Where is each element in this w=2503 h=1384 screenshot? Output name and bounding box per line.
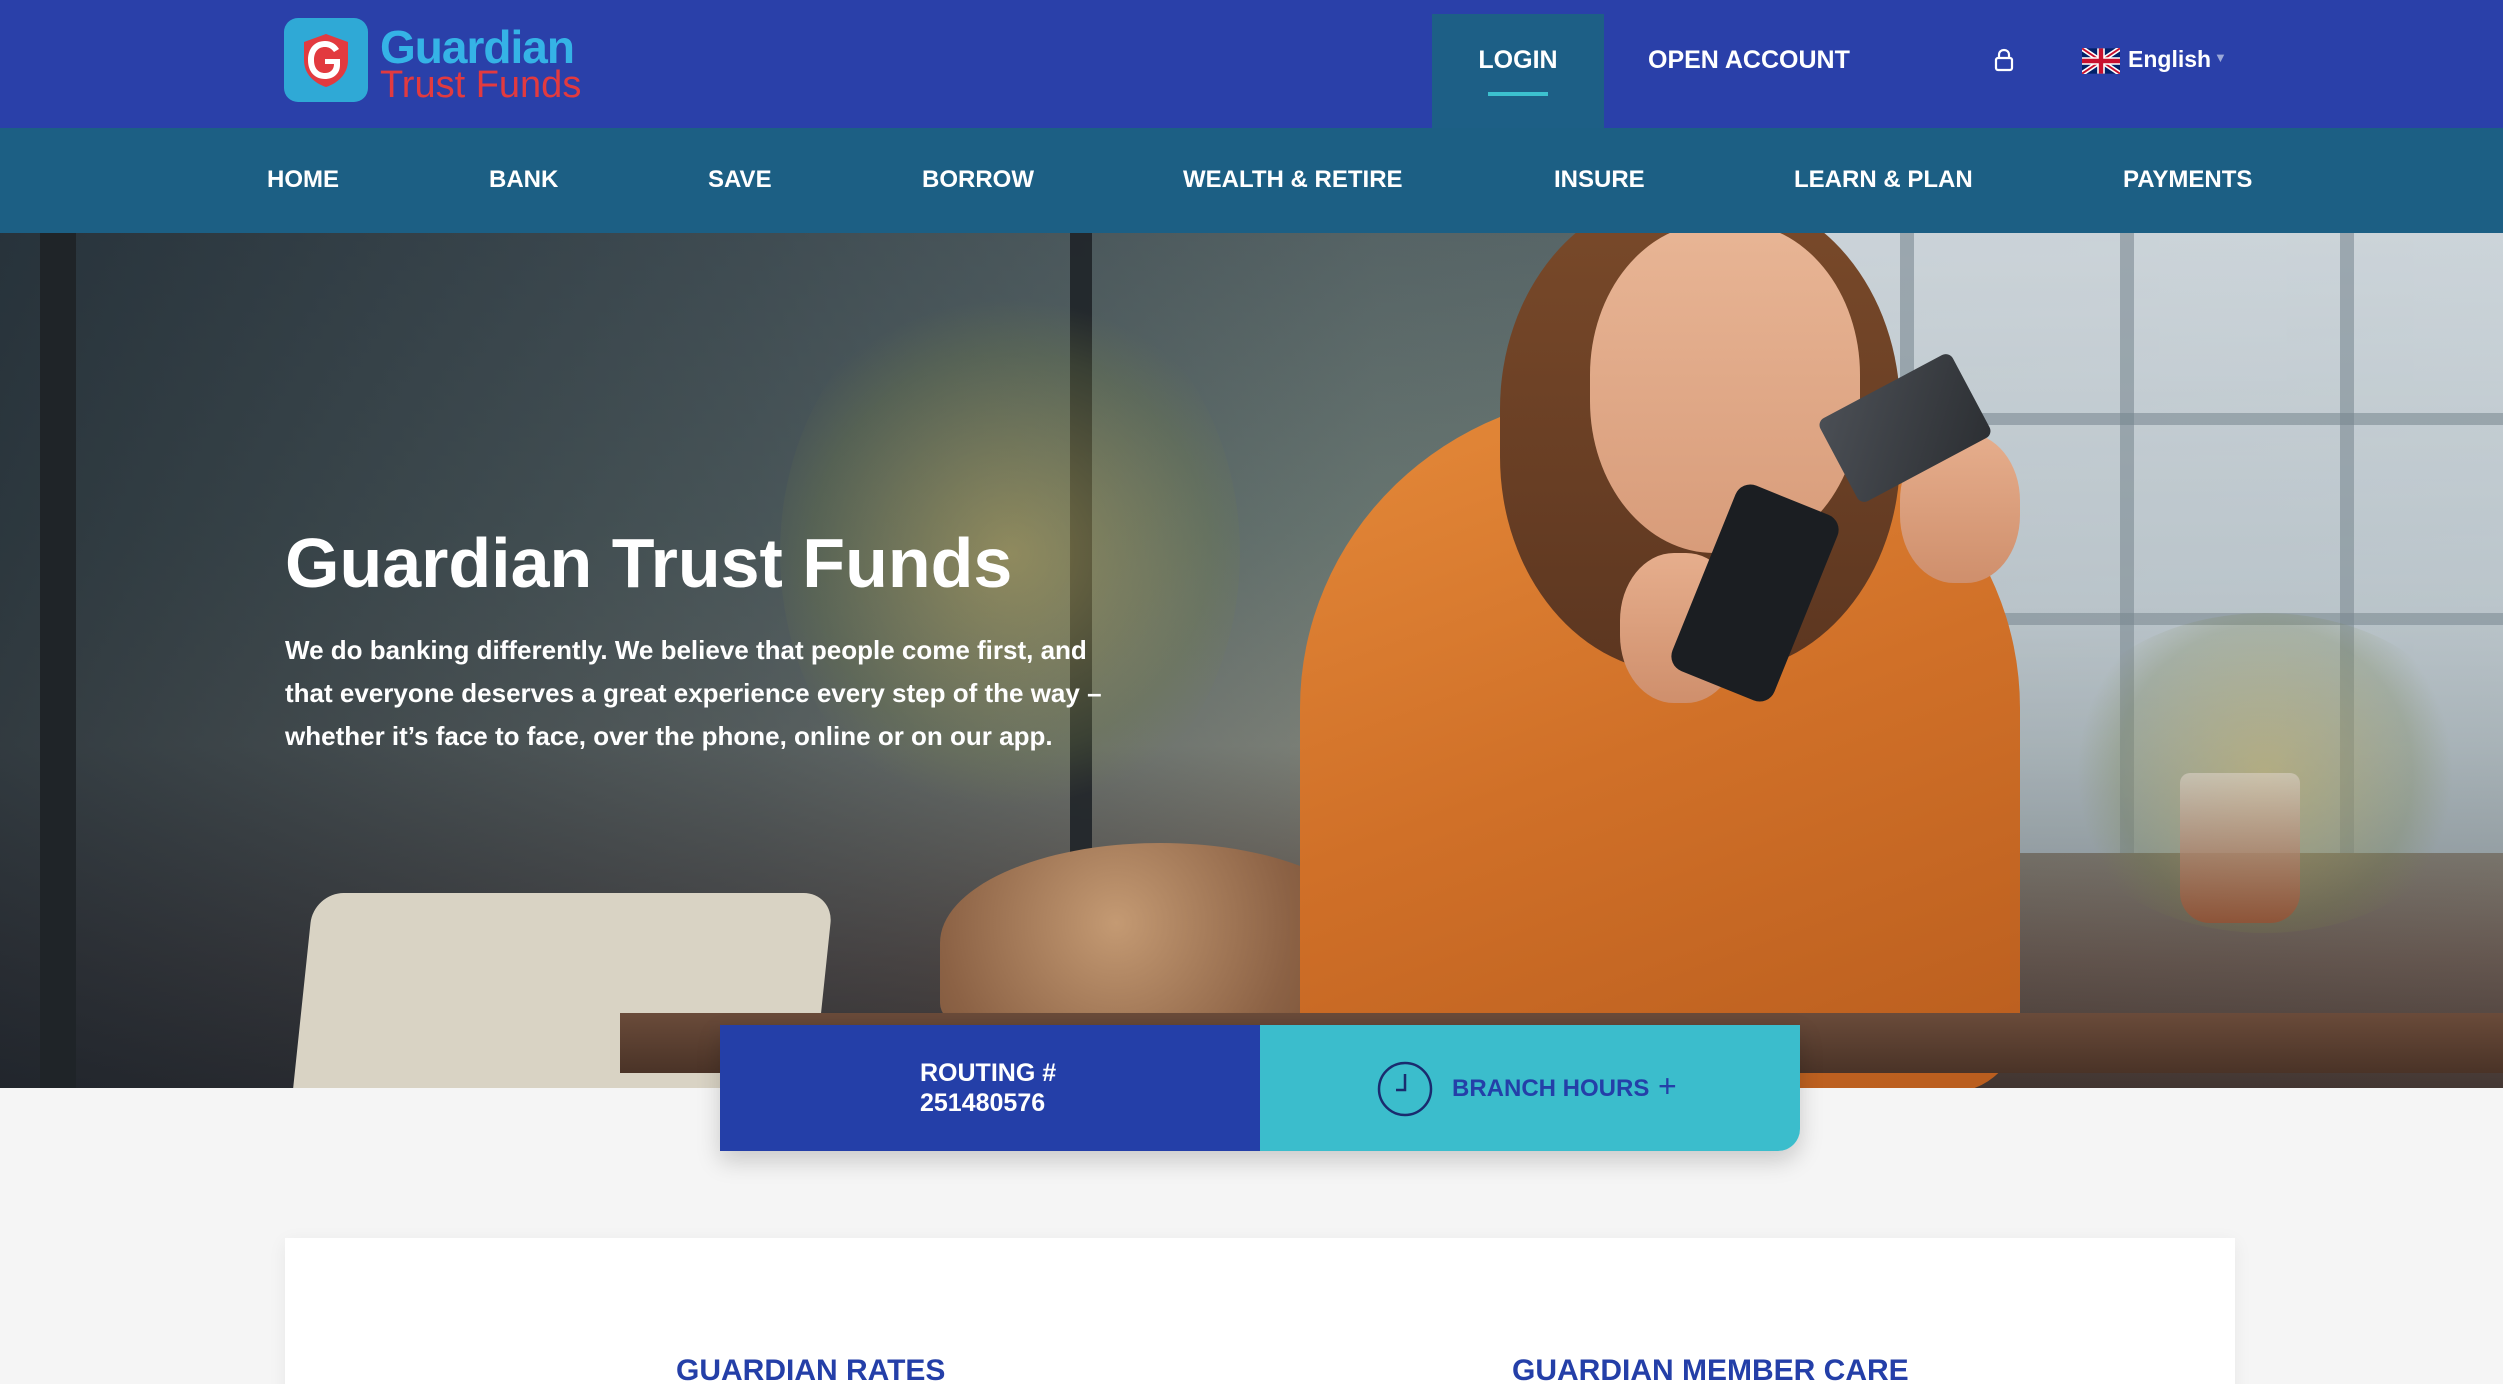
hero-description-line1: We do banking differently. We believe th… (285, 635, 1087, 665)
language-label: English (2128, 46, 2212, 72)
branch-hours-button[interactable]: BRANCH HOURS + (1260, 1025, 1800, 1151)
uk-flag-icon (2082, 48, 2120, 74)
login-active-indicator (1488, 92, 1548, 96)
lower-content-card: GUARDIAN RATES GUARDIAN MEMBER CARE (285, 1238, 2235, 1384)
hero-description-line2: that everyone deserves a great experienc… (285, 678, 1102, 708)
logo[interactable]: Guardian Trust Funds (284, 18, 604, 108)
nav-item-payments[interactable]: PAYMENTS (2123, 166, 2252, 194)
login-label: LOGIN (1478, 46, 1558, 74)
nav-item-learn-plan[interactable]: LEARN & PLAN (1794, 166, 1973, 194)
hero-description: We do banking differently. We believe th… (285, 629, 1165, 758)
guardian-rates-title: GUARDIAN RATES (676, 1354, 946, 1384)
logo-badge-icon (284, 18, 368, 102)
nav-item-wealth-retire[interactable]: WEALTH & RETIRE (1183, 166, 1403, 194)
info-panel: ROUTING # 251480576 BRANCH HOURS + (720, 1025, 1800, 1151)
top-bar: Guardian Trust Funds LOGIN OPEN ACCOUNT … (0, 0, 2503, 128)
nav-item-home[interactable]: HOME (267, 166, 339, 194)
page: Guardian Trust Funds LOGIN OPEN ACCOUNT … (0, 0, 2503, 1384)
nav-item-insure[interactable]: INSURE (1554, 166, 1645, 194)
routing-label: ROUTING # (920, 1059, 1057, 1087)
hero-description-line3: whether it’s face to face, over the phon… (285, 721, 1053, 751)
chevron-down-icon: ▼ (2214, 50, 2227, 65)
logo-name-line2: Trust Funds (380, 64, 582, 106)
routing-number: 251480576 (920, 1089, 1046, 1117)
hero-cup (2180, 773, 2300, 923)
hero-title: Guardian Trust Funds (285, 524, 1013, 602)
nav-item-save[interactable]: SAVE (708, 166, 772, 194)
hero-banner: Guardian Trust Funds We do banking diffe… (0, 233, 2503, 1088)
guardian-member-care-title: GUARDIAN MEMBER CARE (1512, 1354, 1909, 1384)
login-button[interactable]: LOGIN (1432, 14, 1604, 128)
nav-item-borrow[interactable]: BORROW (922, 166, 1034, 194)
nav-item-bank[interactable]: BANK (489, 166, 558, 194)
clock-icon (1377, 1061, 1433, 1117)
lock-icon[interactable] (1994, 48, 2014, 77)
plus-icon: + (1658, 1068, 1677, 1104)
open-account-button[interactable]: OPEN ACCOUNT (1648, 46, 1850, 75)
routing-number-box: ROUTING # 251480576 (720, 1025, 1260, 1151)
main-nav: HOME BANK SAVE BORROW WEALTH & RETIRE IN… (0, 128, 2503, 233)
branch-hours-label: BRANCH HOURS (1452, 1075, 1650, 1102)
